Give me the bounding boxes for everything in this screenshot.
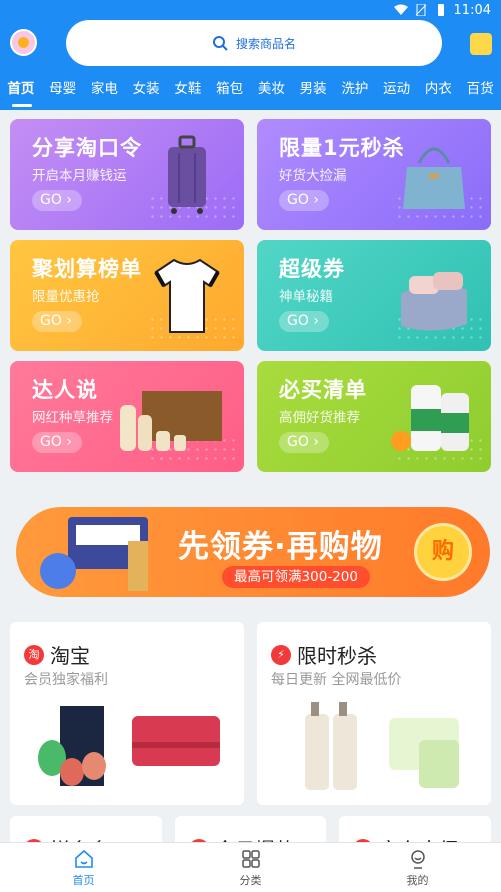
tabbar-label: 分类 <box>239 873 262 887</box>
card-subtitle: 开启本月赚钱运 <box>32 168 127 184</box>
card-flash-one-yuan[interactable]: 限量1元秒杀 好货大捡漏 GO › <box>257 119 491 230</box>
shopping-scene-illustration <box>40 517 148 591</box>
go-label: GO <box>40 192 62 208</box>
tabbar-home[interactable]: 首页 <box>0 843 167 892</box>
promo-title: 限时秒杀 <box>297 644 377 668</box>
search-bar[interactable]: 搜索商品名 <box>66 20 442 66</box>
checkin-calendar-icon[interactable] <box>470 33 492 55</box>
card-juhuasuan-ranking[interactable]: 聚划算榜单 限量优惠抢 GO › <box>10 240 244 351</box>
tab-general-goods[interactable]: 百货 <box>459 77 501 101</box>
go-label: GO <box>287 434 309 450</box>
go-label: GO <box>40 313 62 329</box>
no-sim-icon <box>415 4 426 16</box>
tab-beauty[interactable]: 美妆 <box>251 77 293 101</box>
card-subtitle: 高佣好货推荐 <box>279 410 360 426</box>
coupon-banner[interactable]: 先领券·再购物 最高可领满300-200 购 <box>16 503 490 598</box>
tabbar-category[interactable]: 分类 <box>167 843 334 892</box>
status-bar: 11:04 <box>393 0 491 20</box>
promo-subtitle: 会员独家福利 <box>24 672 108 688</box>
go-button[interactable]: GO › <box>279 432 329 453</box>
status-time: 11:04 <box>453 2 491 18</box>
handbag-icon <box>403 147 465 209</box>
battery-icon <box>437 4 444 16</box>
bedding-icon <box>401 272 467 331</box>
tab-womens-shoes[interactable]: 女鞋 <box>167 77 209 101</box>
card-share-taokouling[interactable]: 分享淘口令 开启本月赚钱运 GO › <box>10 119 244 230</box>
tshirt-icon <box>154 258 220 333</box>
card-title: 聚划算榜单 <box>32 257 142 281</box>
home-icon <box>74 849 93 868</box>
promo-taobao[interactable]: 淘淘宝 会员独家福利 <box>10 622 244 805</box>
card-title: 达人说 <box>32 378 98 402</box>
tabbar-label: 首页 <box>72 873 95 887</box>
go-button[interactable]: GO › <box>32 190 82 211</box>
go-label: GO <box>287 313 309 329</box>
go-label: GO <box>40 434 62 450</box>
card-subtitle: 网红种草推荐 <box>32 410 113 426</box>
header: 11:04 搜索商品名 首页 母婴 家电 女装 女鞋 箱包 美妆 男装 洗护 运… <box>0 0 501 110</box>
taobao-icon: 淘 <box>24 644 44 665</box>
card-subtitle: 好货大捡漏 <box>279 168 347 184</box>
card-subtitle: 神单秘籍 <box>279 289 333 305</box>
flash-sale-products-image <box>305 702 459 790</box>
go-label: GO <box>287 192 309 208</box>
go-button[interactable]: GO › <box>32 311 82 332</box>
card-influencer-says[interactable]: 达人说 网红种草推荐 GO › <box>10 361 244 472</box>
search-icon <box>212 36 228 51</box>
tab-appliances[interactable]: 家电 <box>84 77 126 101</box>
go-button[interactable]: GO › <box>279 311 329 332</box>
active-tab-indicator <box>12 104 32 107</box>
tab-mens-wear[interactable]: 男装 <box>292 77 334 101</box>
category-tabs: 首页 母婴 家电 女装 女鞋 箱包 美妆 男装 洗护 运动 内衣 百货 <box>0 77 501 101</box>
tab-sports[interactable]: 运动 <box>376 77 418 101</box>
card-title: 超级券 <box>279 257 345 281</box>
supplement-bottles-icon <box>391 385 469 451</box>
card-title: 必买清单 <box>279 378 367 402</box>
wifi-icon <box>393 4 408 15</box>
promo-flash-sale[interactable]: ⚡ 限时秒杀 每日更新 全网最低价 <box>257 622 491 805</box>
tab-baby[interactable]: 母婴 <box>42 77 84 101</box>
tab-bags[interactable]: 箱包 <box>209 77 251 101</box>
bottom-tab-bar: 首页 分类 我的 <box>0 842 501 892</box>
card-super-coupon[interactable]: 超级券 神单秘籍 GO › <box>257 240 491 351</box>
tab-womens-wear[interactable]: 女装 <box>125 77 167 101</box>
promo-subtitle: 每日更新 全网最低价 <box>271 672 402 688</box>
lightning-icon: ⚡ <box>271 644 291 665</box>
suitcase-icon <box>168 135 206 214</box>
tabbar-profile[interactable]: 我的 <box>334 843 501 892</box>
card-title: 分享淘口令 <box>32 136 142 160</box>
go-button[interactable]: GO › <box>279 190 329 211</box>
card-subtitle: 限量优惠抢 <box>32 289 100 305</box>
go-button[interactable]: GO › <box>32 432 82 453</box>
tab-home[interactable]: 首页 <box>0 77 42 101</box>
cosmetics-set-icon <box>120 391 222 451</box>
profile-icon <box>410 849 425 869</box>
banner-title: 先领券·再购物 <box>178 529 383 565</box>
banner-subtitle: 最高可领满300-200 <box>222 566 370 588</box>
tab-underwear[interactable]: 内衣 <box>418 77 460 101</box>
grid-icon <box>241 849 260 868</box>
card-title: 限量1元秒杀 <box>279 136 405 160</box>
search-placeholder: 搜索商品名 <box>235 36 296 51</box>
buy-button[interactable]: 购 <box>414 523 472 581</box>
tabbar-label: 我的 <box>406 873 429 887</box>
promo-title: 淘宝 <box>50 644 90 668</box>
tab-personal-care[interactable]: 洗护 <box>334 77 376 101</box>
card-must-buy-list[interactable]: 必买清单 高佣好货推荐 GO › <box>257 361 491 472</box>
app-logo-icon[interactable] <box>10 29 37 56</box>
beauty-products-image <box>38 706 220 786</box>
